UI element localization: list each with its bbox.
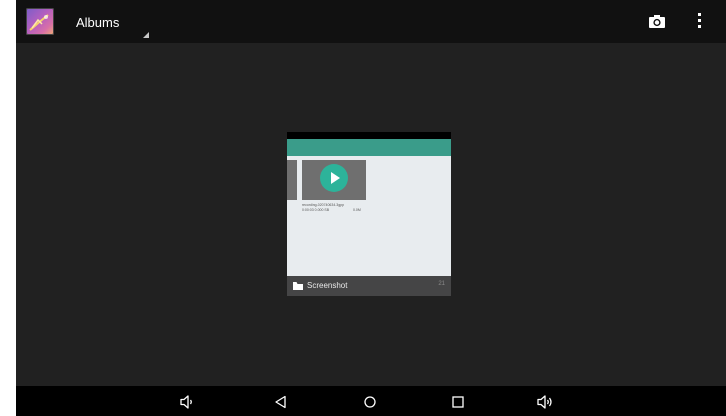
album-name: Screenshot xyxy=(307,281,348,290)
volume-down-icon[interactable] xyxy=(179,393,197,411)
thumbnail-caption: 0:00:03 0.000 SB xyxy=(302,208,330,212)
thumbnail-video-tile xyxy=(302,160,366,200)
spinner-arrow-icon[interactable] xyxy=(143,32,149,38)
thumbnail-tile-partial xyxy=(287,160,297,200)
folder-icon xyxy=(293,282,303,290)
album-tile[interactable]: recording-020740634.3gpp 0:00:03 0.000 S… xyxy=(287,132,451,296)
thumbnail-caption: 0.0M xyxy=(353,208,361,212)
thumbnail-caption: recording-020740634.3gpp xyxy=(302,203,345,207)
album-count: 21 xyxy=(438,281,445,287)
camera-icon[interactable] xyxy=(649,14,665,29)
navigation-bar xyxy=(16,386,726,416)
thumbnail-toolbar xyxy=(287,139,451,156)
gallery-screen: Albums recording-020740634.3gpp 0:00:03 … xyxy=(16,0,726,416)
album-label-bar: Screenshot 21 xyxy=(287,276,451,296)
thumbnail-status-bar xyxy=(287,132,451,139)
home-icon[interactable] xyxy=(361,393,379,411)
back-icon[interactable] xyxy=(272,393,290,411)
play-icon xyxy=(320,164,348,192)
action-bar: Albums xyxy=(16,0,726,43)
volume-up-icon[interactable] xyxy=(537,393,555,411)
overflow-menu-icon[interactable] xyxy=(696,13,702,31)
gallery-app-icon[interactable] xyxy=(26,8,54,35)
page-title[interactable]: Albums xyxy=(76,15,119,30)
recents-icon[interactable] xyxy=(449,393,467,411)
